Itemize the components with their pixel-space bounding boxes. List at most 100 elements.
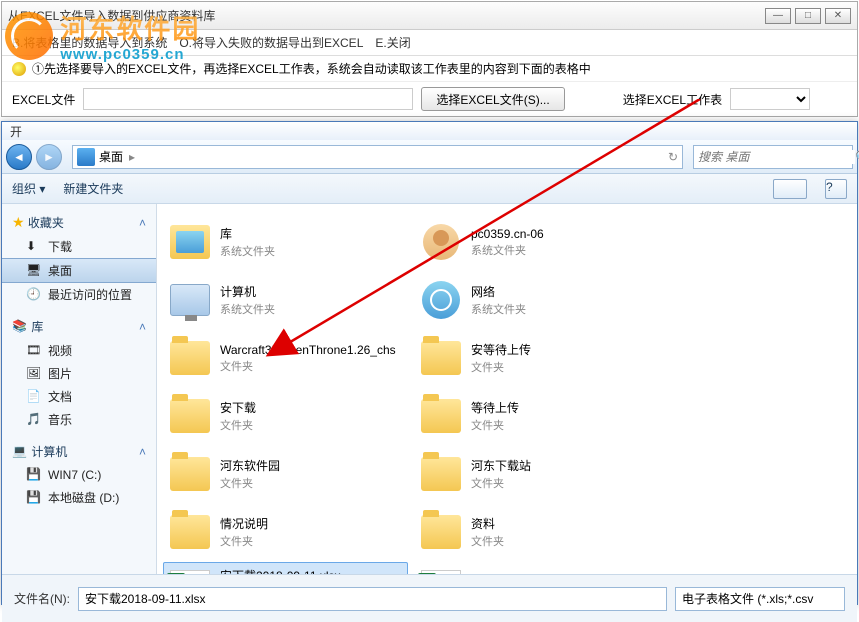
item-name: 安下载 — [220, 399, 256, 416]
sidebar-item-drive-d[interactable]: 💾本地磁盘 (D:) — [2, 486, 156, 509]
item-name: 安等待上传 — [471, 341, 531, 358]
item-type: 文件夹 — [220, 475, 280, 491]
item-name: 计算机 — [220, 283, 275, 300]
drive-icon: 💾 — [26, 467, 42, 483]
fold-icon — [419, 452, 463, 496]
sheet-select[interactable] — [730, 88, 810, 110]
file-item[interactable]: Microsoft Excel 工作表10.2 KB — [414, 562, 659, 574]
navbar: ◄ ► 桌面 ▸ ↻ 🔍 — [2, 140, 857, 174]
xlsx-icon — [419, 568, 463, 574]
file-list: 库系统文件夹pc0359.cn-06系统文件夹计算机系统文件夹网络系统文件夹Wa… — [157, 204, 857, 574]
back-button[interactable]: ◄ — [6, 144, 32, 170]
file-item[interactable]: 安下载2018-09-11.xlsxMicrosoft Excel 工作表9.9… — [163, 562, 408, 574]
filetype-select[interactable]: 电子表格文件 (*.xls;*.csv — [675, 587, 845, 611]
file-item[interactable]: 河东下载站文件夹 — [414, 446, 659, 502]
video-icon: 🎞 — [26, 343, 42, 359]
item-type: 文件夹 — [220, 358, 396, 374]
item-type: 文件夹 — [220, 417, 256, 433]
forward-button[interactable]: ► — [36, 144, 62, 170]
item-type: 系统文件夹 — [471, 242, 544, 258]
libraries-header[interactable]: 📚 库˄ — [2, 314, 156, 339]
item-name: 河东下载站 — [471, 457, 531, 474]
fold-icon — [419, 394, 463, 438]
tab-o[interactable]: O.将导入失败的数据导出到EXCEL — [179, 34, 363, 51]
file-item[interactable]: 河东软件园文件夹 — [163, 446, 408, 502]
titlebar: 从EXCEL文件导入数据到供应商资料库 — □ ✕ — [2, 2, 857, 30]
fold-icon — [168, 394, 212, 438]
xlsx-icon — [168, 568, 212, 574]
close-button[interactable]: ✕ — [825, 8, 851, 24]
help-button[interactable]: ? — [825, 179, 847, 199]
file-item[interactable]: 安等待上传文件夹 — [414, 330, 659, 386]
refresh-icon[interactable]: ↻ — [668, 150, 678, 164]
sidebar-item-downloads[interactable]: ⬇下载 — [2, 235, 156, 258]
search-input[interactable] — [698, 150, 855, 164]
tab-e[interactable]: E.关闭 — [375, 34, 410, 51]
file-item[interactable]: Warcraft3FrozenThrone1.26_chs文件夹 — [163, 330, 408, 386]
item-type: 文件夹 — [471, 533, 504, 549]
import-window: 从EXCEL文件导入数据到供应商资料库 — □ ✕ B.将表格里的数据导入到系统… — [1, 1, 858, 117]
desktop-icon: 🖥 — [26, 263, 42, 279]
info-text: ①先选择要导入的EXCEL文件，再选择EXCEL工作表，系统会自动读取该工作表里… — [32, 60, 591, 77]
item-type: 文件夹 — [471, 417, 519, 433]
sheet-label: 选择EXCEL工作表 — [623, 91, 722, 108]
computer-icon: 💻 — [12, 444, 28, 460]
breadcrumb[interactable]: 桌面 ▸ ↻ — [72, 145, 683, 169]
file-item[interactable]: 库系统文件夹 — [163, 214, 408, 270]
sidebar-item-music[interactable]: 🎵音乐 — [2, 408, 156, 431]
view-button[interactable] — [773, 179, 807, 199]
star-icon: ★ — [12, 214, 25, 231]
fold-icon — [168, 336, 212, 380]
sidebar-item-recent[interactable]: 🕘最近访问的位置 — [2, 283, 156, 306]
info-row: ①先选择要导入的EXCEL文件，再选择EXCEL工作表，系统会自动读取该工作表里… — [2, 56, 857, 82]
file-item[interactable]: 网络系统文件夹 — [414, 272, 659, 328]
file-item[interactable]: 计算机系统文件夹 — [163, 272, 408, 328]
filename-label: 文件名(N): — [14, 590, 70, 607]
new-folder-button[interactable]: 新建文件夹 — [63, 180, 123, 197]
fold-icon — [419, 510, 463, 554]
file-dialog: 开 ◄ ► 桌面 ▸ ↻ 🔍 组织 ▾ 新建文件夹 ? ★ 收藏夹˄ ⬇下载 🖥… — [1, 121, 858, 605]
item-name: 安下载2018-09-11.xlsx — [220, 567, 341, 575]
sidebar-item-videos[interactable]: 🎞视频 — [2, 339, 156, 362]
organize-menu[interactable]: 组织 ▾ — [12, 180, 45, 197]
favorites-header[interactable]: ★ 收藏夹˄ — [2, 210, 156, 235]
excel-file-input[interactable] — [83, 88, 413, 110]
tab-b[interactable]: B.将表格里的数据导入到系统 — [12, 34, 167, 51]
item-type: 文件夹 — [220, 533, 268, 549]
sidebar-item-pictures[interactable]: 🖼图片 — [2, 362, 156, 385]
organize-bar: 组织 ▾ 新建文件夹 ? — [2, 174, 857, 204]
item-type: 系统文件夹 — [471, 301, 526, 317]
search-icon[interactable]: 🔍 — [855, 150, 859, 164]
item-name: 资料 — [471, 515, 504, 532]
computer-header[interactable]: 💻 计算机˄ — [2, 439, 156, 464]
file-item[interactable]: pc0359.cn-06系统文件夹 — [414, 214, 659, 270]
item-type: 系统文件夹 — [220, 243, 275, 259]
search-box[interactable]: 🔍 — [693, 145, 853, 169]
recent-icon: 🕘 — [26, 287, 42, 303]
sidebar-item-desktop[interactable]: 🖥桌面 — [2, 258, 156, 283]
document-icon: 📄 — [26, 389, 42, 405]
item-name: 河东软件园 — [220, 457, 280, 474]
fold-icon — [168, 452, 212, 496]
item-name: 网络 — [471, 283, 526, 300]
minimize-button[interactable]: — — [765, 8, 791, 24]
desktop-icon — [77, 148, 95, 166]
download-icon: ⬇ — [26, 239, 42, 255]
library-icon: 📚 — [12, 319, 28, 335]
dialog-title: 开 — [2, 122, 857, 140]
sidebar-item-drive-c[interactable]: 💾WIN7 (C:) — [2, 464, 156, 486]
choose-file-button[interactable]: 选择EXCEL文件(S)... — [421, 87, 564, 111]
file-item[interactable]: 资料文件夹 — [414, 504, 659, 560]
sidebar-item-documents[interactable]: 📄文档 — [2, 385, 156, 408]
file-item[interactable]: 情况说明文件夹 — [163, 504, 408, 560]
item-type: 文件夹 — [471, 359, 531, 375]
item-name: Warcraft3FrozenThrone1.26_chs — [220, 343, 396, 357]
item-type: 文件夹 — [471, 475, 531, 491]
file-item[interactable]: 安下载文件夹 — [163, 388, 408, 444]
net-icon — [419, 278, 463, 322]
file-item[interactable]: 等待上传文件夹 — [414, 388, 659, 444]
maximize-button[interactable]: □ — [795, 8, 821, 24]
music-icon: 🎵 — [26, 412, 42, 428]
filename-input[interactable] — [78, 587, 667, 611]
file-row: EXCEL文件 选择EXCEL文件(S)... 选择EXCEL工作表 — [2, 82, 857, 116]
